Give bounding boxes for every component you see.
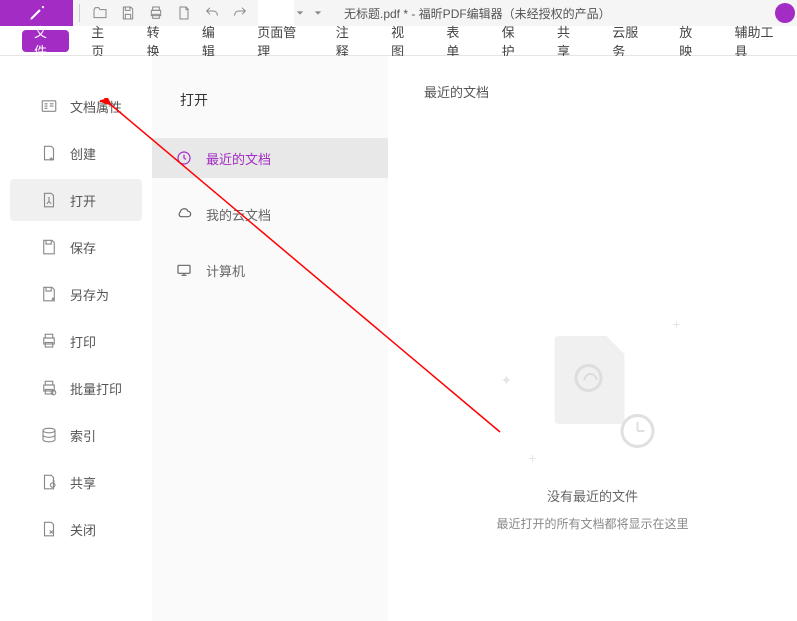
sidebar-item-index[interactable]: 索引 [10, 414, 142, 456]
menu-file[interactable]: 文件 [22, 30, 69, 52]
file-sidebar: 文档属性 创建 打开 保存 另存为 打印 批量打印 索引 [0, 56, 152, 621]
open-item-label: 最近的文档 [206, 149, 271, 168]
open-item-label: 计算机 [206, 261, 245, 280]
empty-description: 最近打开的所有文档都将显示在这里 [388, 515, 797, 532]
sidebar-item-batchprint[interactable]: 批量打印 [10, 367, 142, 409]
close-icon [40, 520, 58, 538]
sidebar-item-label: 创建 [70, 144, 96, 163]
menu-share[interactable]: 共享 [541, 26, 596, 56]
menu-view[interactable]: 视图 [375, 26, 430, 56]
menu-form[interactable]: 表单 [430, 26, 485, 56]
share-icon [40, 473, 58, 491]
window-title: 无标题.pdf * - 福昕PDF编辑器（未经授权的产品） [326, 5, 775, 22]
document-badge-icon [575, 364, 603, 392]
sidebar-item-print[interactable]: 打印 [10, 320, 142, 362]
properties-icon [40, 97, 58, 115]
sidebar-item-share[interactable]: 共享 [10, 461, 142, 503]
sparkle-icon: ✦ [501, 372, 513, 389]
main-title: 最近的文档 [424, 82, 797, 101]
sidebar-item-label: 关闭 [70, 520, 96, 539]
toolbar-overflow-dropdown[interactable] [308, 9, 326, 17]
menubar: 文件 主页 转换 编辑 页面管理 注释 视图 表单 保护 共享 云服务 放映 辅… [0, 26, 797, 56]
empty-title: 没有最近的文件 [388, 486, 797, 505]
redo-toolbar-button[interactable] [226, 0, 254, 26]
content-area: 文档属性 创建 打开 保存 另存为 打印 批量打印 索引 [0, 56, 797, 621]
separator [79, 4, 80, 22]
clock-icon [176, 150, 192, 166]
hand-icon [258, 0, 294, 26]
pen-icon [28, 4, 46, 22]
sidebar-item-properties[interactable]: 文档属性 [10, 85, 142, 127]
new-toolbar-button[interactable] [170, 0, 198, 26]
computer-icon [176, 262, 192, 278]
user-avatar[interactable] [775, 3, 795, 23]
menu-present[interactable]: 放映 [663, 26, 718, 56]
main-panel: 最近的文档 ✦ + + 没有最近的文件 最近打开的所有文档都将显示在这里 [388, 56, 797, 621]
cloud-icon [176, 206, 192, 222]
empty-state: ✦ + + 没有最近的文件 最近打开的所有文档都将显示在这里 [388, 316, 797, 532]
saveas-icon [40, 285, 58, 303]
menu-comment[interactable]: 注释 [320, 26, 375, 56]
menu-edit[interactable]: 编辑 [186, 26, 241, 56]
save-toolbar-button[interactable] [114, 0, 142, 26]
caret-down-icon [296, 9, 304, 17]
create-icon [40, 144, 58, 162]
open-recent[interactable]: 最近的文档 [152, 138, 388, 178]
open-computer[interactable]: 计算机 [152, 250, 388, 290]
sidebar-item-label: 打开 [70, 191, 96, 210]
sparkle-icon: + [529, 450, 537, 466]
clock-badge-icon [621, 414, 655, 448]
sidebar-item-label: 打印 [70, 332, 96, 351]
index-icon [40, 426, 58, 444]
menu-convert[interactable]: 转换 [131, 26, 186, 56]
open-icon [40, 191, 58, 209]
open-item-label: 我的云文档 [206, 205, 271, 224]
sidebar-item-saveas[interactable]: 另存为 [10, 273, 142, 315]
menu-protect[interactable]: 保护 [486, 26, 541, 56]
sidebar-item-label: 保存 [70, 238, 96, 257]
sidebar-item-label: 共享 [70, 473, 96, 492]
menu-cloud[interactable]: 云服务 [596, 26, 663, 56]
save-icon [40, 238, 58, 256]
open-cloud[interactable]: 我的云文档 [152, 194, 388, 234]
sidebar-item-save[interactable]: 保存 [10, 226, 142, 268]
sidebar-item-label: 批量打印 [70, 379, 122, 398]
open-sidebar-title: 打开 [152, 80, 388, 138]
sidebar-item-create[interactable]: 创建 [10, 132, 142, 174]
menu-page-manage[interactable]: 页面管理 [241, 26, 320, 56]
sparkle-icon: + [672, 316, 680, 332]
menu-home[interactable]: 主页 [75, 26, 130, 56]
batchprint-icon [40, 379, 58, 397]
sidebar-item-label: 索引 [70, 426, 96, 445]
sidebar-item-label: 文档属性 [70, 97, 122, 116]
open-sidebar: 打开 最近的文档 我的云文档 计算机 [152, 56, 388, 621]
caret-down-icon [314, 9, 322, 17]
empty-illustration: ✦ + + [523, 316, 663, 456]
sidebar-item-close[interactable]: 关闭 [10, 508, 142, 550]
sidebar-item-label: 另存为 [70, 285, 109, 304]
menu-accessibility[interactable]: 辅助工具 [718, 26, 797, 56]
print-icon [40, 332, 58, 350]
sidebar-item-open[interactable]: 打开 [10, 179, 142, 221]
